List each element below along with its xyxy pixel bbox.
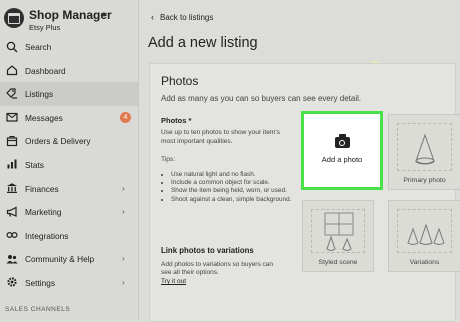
- sidebar-item-integrations[interactable]: Integrations: [0, 224, 138, 248]
- community-icon: [5, 252, 18, 265]
- link-variations-heading: Link photos to variations: [161, 246, 254, 255]
- orders-icon: [5, 134, 18, 147]
- tip-item: Use natural light and no flash.: [171, 171, 293, 179]
- sidebar-item-marketing[interactable]: Marketing ›: [0, 200, 138, 224]
- sidebar-item-label: Dashboard: [25, 65, 66, 76]
- variations-slot[interactable]: Variations: [388, 200, 460, 272]
- sidebar-item-settings[interactable]: Settings ›: [0, 271, 138, 295]
- back-link-label: Back to listings: [160, 13, 214, 22]
- unread-count-badge: 4: [120, 111, 131, 123]
- home-icon: [5, 64, 18, 77]
- chevron-right-icon: ›: [122, 183, 125, 193]
- styled-scene-slot[interactable]: Styled scene: [302, 200, 374, 272]
- slot-label: Styled scene: [318, 259, 358, 266]
- add-photo-button[interactable]: Add a photo: [301, 111, 383, 190]
- shop-subtitle: Etsy Plus: [29, 23, 61, 32]
- tips-label: Tips:: [161, 156, 176, 163]
- tip-item: Show the item being held, worn, or used.: [171, 187, 293, 195]
- sidebar-item-label: Search: [25, 42, 52, 52]
- sidebar-nav: Search Dashboard Listings Messages 4 Ord…: [0, 35, 138, 295]
- megaphone-icon: [5, 205, 18, 218]
- chevron-left-icon: ‹: [151, 12, 154, 22]
- sidebar-item-label: Integrations: [25, 230, 69, 241]
- slot-label: Primary photo: [403, 177, 446, 184]
- sidebar-item-label: Settings: [25, 277, 55, 288]
- sidebar-item-orders[interactable]: Orders & Delivery: [0, 129, 138, 153]
- photos-section-subtitle: Add as many as you can so buyers can see…: [161, 94, 362, 103]
- sidebar-item-finances[interactable]: Finances ›: [0, 177, 138, 201]
- sidebar-item-label: Messages: [25, 112, 63, 123]
- add-photo-label: Add a photo: [321, 155, 363, 164]
- integrations-icon: [5, 229, 18, 242]
- sidebar-item-community-help[interactable]: Community & Help ›: [0, 247, 138, 271]
- sidebar-item-messages[interactable]: Messages 4: [0, 106, 138, 130]
- chevron-right-icon: ›: [122, 254, 125, 264]
- stats-icon: [5, 158, 18, 171]
- sidebar-item-label: Community & Help: [25, 254, 95, 265]
- sidebar-item-label: Stats: [25, 159, 44, 170]
- tip-item: Shoot against a clean, simple background…: [171, 196, 293, 204]
- photos-field-label: Photos *: [161, 116, 192, 125]
- listings-icon: [5, 87, 18, 100]
- sidebar-item-listings[interactable]: Listings: [0, 82, 138, 106]
- primary-photo-slot[interactable]: Primary photo: [388, 114, 460, 190]
- gear-icon: [5, 276, 18, 289]
- sidebar-item-label: Listings: [25, 89, 54, 100]
- chevron-down-icon: [101, 13, 107, 17]
- link-variations-description: Add photos to variations so buyers can s…: [161, 261, 274, 277]
- shop-title: Shop Manager: [29, 8, 112, 22]
- sidebar-item-label: Orders & Delivery: [25, 136, 91, 147]
- photos-description: Use up to ten photos to show your item's…: [161, 129, 280, 145]
- tip-item: Include a common object for scale.: [171, 179, 293, 187]
- shop-switcher[interactable]: Shop Manager Etsy Plus: [4, 5, 134, 33]
- sidebar-item-dashboard[interactable]: Dashboard: [0, 59, 138, 83]
- camera-icon: [335, 134, 350, 148]
- shop-icon: [4, 8, 24, 28]
- chevron-right-icon: ›: [122, 207, 125, 217]
- sales-channels-heading: SALES CHANNELS: [5, 306, 71, 313]
- sidebar: Shop Manager Etsy Plus Search Dashboard …: [0, 0, 139, 320]
- page-title: Add a new listing: [148, 35, 258, 51]
- tips-list: Use natural light and no flash. Include …: [161, 171, 293, 204]
- sidebar-item-search[interactable]: Search: [0, 35, 138, 59]
- sidebar-item-label: Finances: [25, 183, 59, 194]
- bank-icon: [5, 182, 18, 195]
- search-icon: [5, 40, 18, 53]
- main-content: ‹ Back to listings Add a new listing ➤ P…: [139, 0, 460, 322]
- photos-section-title: Photos: [161, 74, 199, 88]
- sidebar-item-label: Marketing: [25, 207, 62, 218]
- mail-icon: [5, 111, 18, 124]
- chevron-right-icon: ›: [122, 277, 125, 287]
- try-it-out-link[interactable]: Try it out: [161, 278, 186, 285]
- photos-card: Photos Add as many as you can so buyers …: [149, 63, 460, 322]
- sidebar-item-stats[interactable]: Stats: [0, 153, 138, 177]
- slot-label: Variations: [409, 259, 440, 266]
